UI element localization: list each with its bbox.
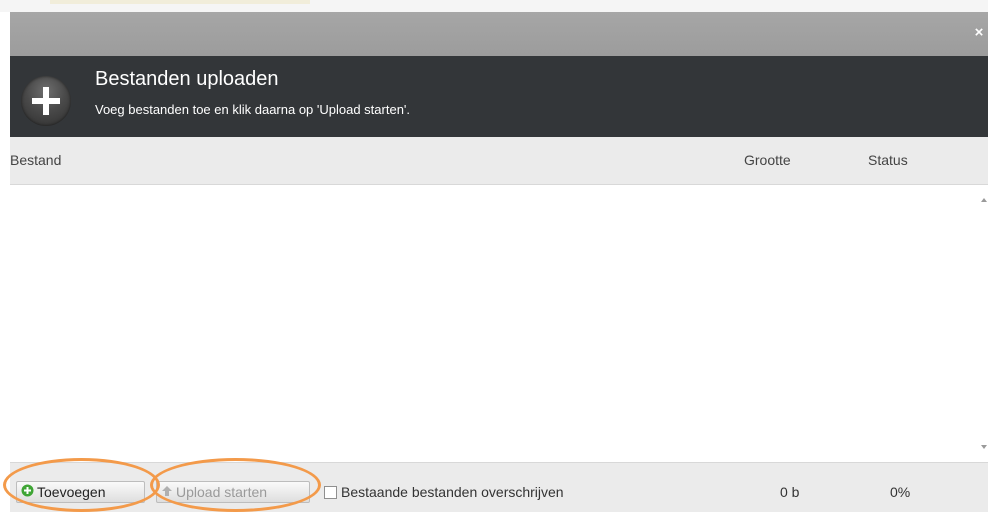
add-files-button[interactable]: Toevoegen — [16, 481, 145, 503]
add-circle-icon — [21, 482, 34, 502]
page-top-strip — [0, 0, 988, 12]
start-upload-button[interactable]: Upload starten — [156, 481, 310, 503]
dialog-header: Bestanden uploaden Voeg bestanden toe en… — [10, 56, 988, 137]
overwrite-label: Bestaande bestanden overschrijven — [341, 484, 564, 500]
start-upload-label: Upload starten — [176, 484, 268, 500]
total-size: 0 b — [780, 484, 800, 500]
total-progress: 0% — [890, 484, 911, 500]
dialog-titlebar: × — [10, 12, 988, 56]
scroll-up-icon[interactable] — [981, 198, 987, 202]
close-icon[interactable]: × — [972, 25, 986, 40]
file-list-header: Bestand Grootte Status — [10, 137, 988, 185]
add-files-label: Toevoegen — [37, 484, 106, 500]
background-accent — [50, 0, 310, 4]
plus-icon — [21, 76, 71, 126]
dialog-title: Bestanden uploaden — [95, 68, 279, 90]
overwrite-checkbox[interactable] — [324, 485, 337, 499]
scroll-down-icon[interactable] — [981, 445, 987, 449]
file-list[interactable] — [10, 185, 988, 461]
overwrite-option[interactable]: Bestaande bestanden overschrijven — [324, 484, 564, 500]
column-file: Bestand — [10, 152, 62, 168]
dialog-footer: Toevoegen Upload starten Bestaande besta… — [10, 462, 988, 512]
column-size: Grootte — [744, 152, 791, 168]
up-arrow-icon — [161, 482, 173, 502]
upload-dialog: × Bestanden uploaden Voeg bestanden toe … — [10, 12, 988, 512]
column-status: Status — [868, 152, 908, 168]
dialog-subtitle: Voeg bestanden toe en klik daarna op 'Up… — [95, 102, 411, 117]
